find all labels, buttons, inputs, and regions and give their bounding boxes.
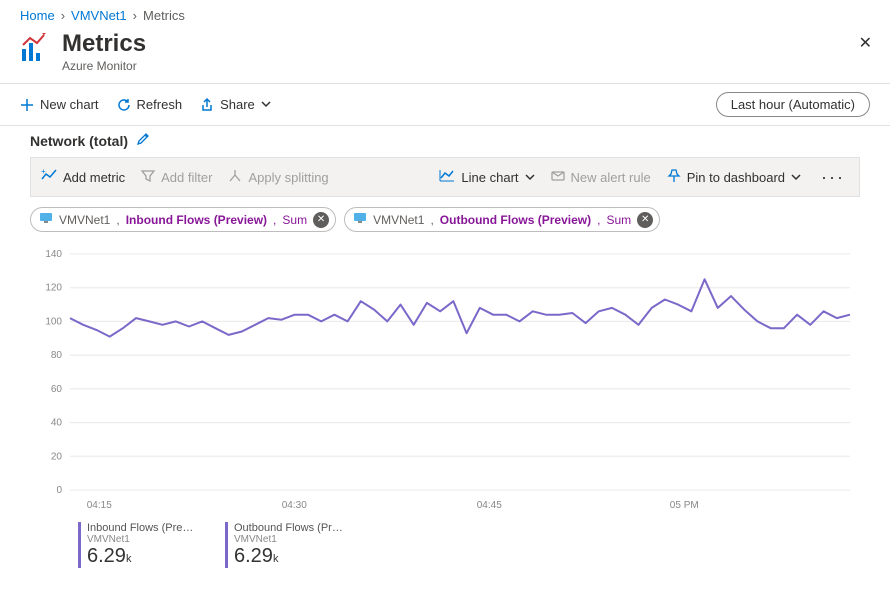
- chart-toolbar: + Add metric Add filter Apply splitting …: [30, 157, 860, 197]
- svg-text:80: 80: [51, 351, 63, 362]
- refresh-button[interactable]: Refresh: [117, 97, 183, 112]
- share-button[interactable]: Share: [200, 97, 271, 112]
- metric-chip[interactable]: VMVNet1, Outbound Flows (Preview), Sum ✕: [344, 207, 660, 232]
- chip-aggregation: Sum: [606, 213, 631, 227]
- refresh-label: Refresh: [137, 97, 183, 112]
- chevron-down-icon: [791, 170, 801, 185]
- chip-metric: Inbound Flows (Preview): [126, 213, 267, 227]
- add-metric-label: Add metric: [63, 170, 125, 185]
- breadcrumb-resource[interactable]: VMVNet1: [71, 8, 127, 23]
- chip-resource: VMVNet1: [373, 213, 424, 227]
- chevron-down-icon: [261, 97, 271, 112]
- svg-text:+: +: [41, 167, 46, 176]
- legend-series-unit: k: [126, 553, 132, 565]
- vm-icon: [39, 211, 53, 228]
- chip-resource: VMVNet1: [59, 213, 110, 227]
- chevron-down-icon: [525, 170, 535, 185]
- legend-series-value: 6.29: [87, 545, 126, 567]
- legend-series-value: 6.29: [234, 545, 273, 567]
- apply-splitting-button[interactable]: Apply splitting: [228, 169, 328, 186]
- line-chart: 0 20 40 60 80 100 120 140 04:15 04:30 04:45 05 PM: [0, 236, 890, 518]
- svg-text:05 PM: 05 PM: [670, 500, 699, 511]
- metric-chips: VMVNet1, Inbound Flows (Preview), Sum ✕ …: [0, 197, 890, 236]
- new-chart-label: New chart: [40, 97, 99, 112]
- split-icon: [228, 169, 242, 186]
- new-alert-rule-button[interactable]: New alert rule: [551, 169, 651, 186]
- svg-text:04:15: 04:15: [87, 500, 112, 511]
- pin-label: Pin to dashboard: [687, 170, 785, 185]
- legend-item[interactable]: Inbound Flows (Previ... VMVNet1 6.29k: [78, 522, 197, 568]
- svg-text:140: 140: [45, 249, 62, 260]
- edit-title-button[interactable]: [136, 132, 150, 149]
- page-header: Metrics Azure Monitor ✕: [0, 27, 890, 83]
- legend-series-resource: VMVNet1: [234, 534, 344, 545]
- chart-title-row: Network (total): [0, 126, 890, 157]
- add-filter-label: Add filter: [161, 170, 212, 185]
- share-icon: [200, 98, 214, 112]
- new-alert-rule-label: New alert rule: [571, 170, 651, 185]
- share-label: Share: [220, 97, 255, 112]
- add-metric-icon: +: [41, 169, 57, 186]
- vm-icon: [353, 211, 367, 228]
- breadcrumb-home[interactable]: Home: [20, 8, 55, 23]
- apply-splitting-label: Apply splitting: [248, 170, 328, 185]
- chart-legend: Inbound Flows (Previ... VMVNet1 6.29k Ou…: [0, 518, 890, 584]
- svg-text:60: 60: [51, 384, 63, 395]
- chip-aggregation: Sum: [282, 213, 307, 227]
- chip-metric: Outbound Flows (Preview): [440, 213, 591, 227]
- pin-to-dashboard-button[interactable]: Pin to dashboard: [667, 169, 801, 186]
- page-subtitle: Azure Monitor: [62, 59, 146, 73]
- chart-svg: 0 20 40 60 80 100 120 140 04:15 04:30 04:45 05 PM: [30, 244, 860, 514]
- svg-text:04:30: 04:30: [282, 500, 307, 511]
- breadcrumb: Home › VMVNet1 › Metrics: [0, 0, 890, 27]
- remove-chip-button[interactable]: ✕: [637, 212, 653, 228]
- remove-chip-button[interactable]: ✕: [313, 212, 329, 228]
- filter-icon: [141, 169, 155, 186]
- legend-series-unit: k: [273, 553, 279, 565]
- svg-text:100: 100: [45, 317, 62, 328]
- time-range-picker[interactable]: Last hour (Automatic): [716, 92, 870, 117]
- legend-series-name: Outbound Flows (Prev...: [234, 522, 344, 534]
- refresh-icon: [117, 98, 131, 112]
- svg-text:0: 0: [56, 485, 62, 496]
- breadcrumb-current: Metrics: [143, 8, 185, 23]
- more-options-button[interactable]: ···: [817, 167, 849, 188]
- add-filter-button[interactable]: Add filter: [141, 169, 212, 186]
- metric-chip[interactable]: VMVNet1, Inbound Flows (Preview), Sum ✕: [30, 207, 336, 232]
- chevron-right-icon: ›: [61, 8, 65, 23]
- svg-text:20: 20: [51, 452, 63, 463]
- chevron-right-icon: ›: [133, 8, 137, 23]
- svg-text:120: 120: [45, 283, 62, 294]
- line-chart-icon: [439, 169, 455, 186]
- alert-icon: [551, 169, 565, 186]
- chart-type-label: Line chart: [461, 170, 518, 185]
- svg-text:04:45: 04:45: [477, 500, 502, 511]
- plus-icon: [20, 98, 34, 112]
- chart-title: Network (total): [30, 133, 128, 149]
- metrics-icon: [20, 31, 52, 63]
- add-metric-button[interactable]: + Add metric: [41, 169, 125, 186]
- chart-type-dropdown[interactable]: Line chart: [439, 169, 534, 186]
- new-chart-button[interactable]: New chart: [20, 97, 99, 112]
- legend-series-resource: VMVNet1: [87, 534, 197, 545]
- pin-icon: [667, 169, 681, 186]
- svg-text:40: 40: [51, 418, 63, 429]
- close-button[interactable]: ✕: [859, 33, 872, 53]
- command-bar: New chart Refresh Share Last hour (Autom…: [0, 84, 890, 125]
- page-title: Metrics: [62, 31, 146, 57]
- legend-item[interactable]: Outbound Flows (Prev... VMVNet1 6.29k: [225, 522, 344, 568]
- legend-series-name: Inbound Flows (Previ...: [87, 522, 197, 534]
